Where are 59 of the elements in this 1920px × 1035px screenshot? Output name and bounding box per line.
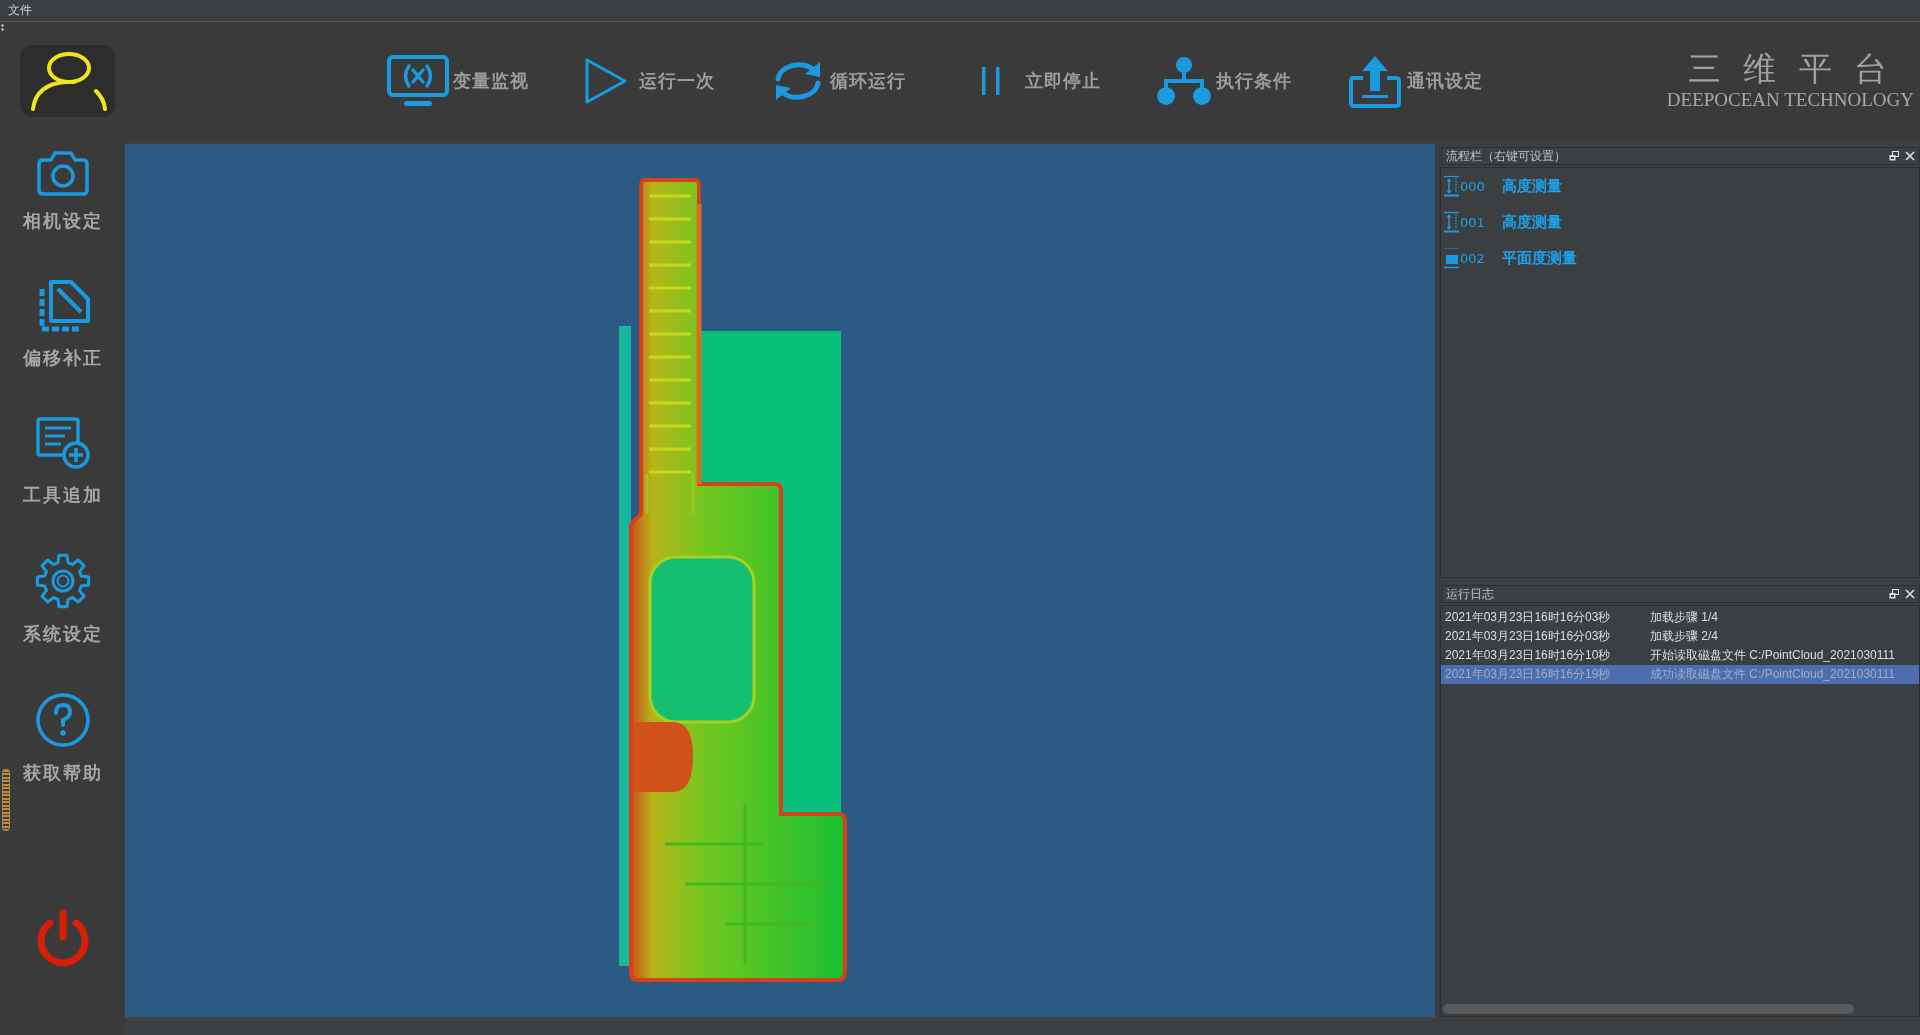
toolbar-button[interactable]: 执行条件 (1156, 56, 1292, 106)
log-message: 加载步骤 2/4 (1650, 628, 1718, 645)
help-icon (34, 692, 91, 748)
grip-handle[interactable] (2, 769, 10, 831)
close-icon (1905, 151, 1915, 161)
monitor-icon (387, 55, 449, 107)
toolbar-button[interactable]: 变量监视 (387, 55, 529, 107)
flat-block-icon (1443, 247, 1460, 269)
user-button[interactable] (20, 45, 115, 117)
log-row[interactable]: 2021年03月23日16时16分03秒 加载步骤 2/4 (1441, 627, 1919, 646)
hierarchy-icon (1156, 56, 1212, 106)
dock-title: 流程栏（右键可设置） (1446, 147, 1566, 165)
pause-icon (979, 65, 1003, 97)
logo-title: 三 维 平 台 (1687, 49, 1894, 89)
step-number[interactable]: 001 (1460, 214, 1485, 230)
step-number[interactable]: 002 (1460, 250, 1485, 266)
float-button[interactable] (1889, 151, 1899, 161)
log-time: 2021年03月23日16时16分03秒 (1445, 628, 1612, 645)
log-row[interactable]: 2021年03月23日16时16分03秒 加载步骤 1/4 (1441, 608, 1919, 627)
step-name[interactable]: 高度测量 (1501, 212, 1562, 232)
close-icon (1905, 589, 1915, 599)
toolbar-button[interactable]: 通讯设定 (1347, 54, 1483, 108)
log-message: 开始读取磁盘文件 C:/PointCloud_2021030111 (1650, 647, 1895, 664)
log-time: 2021年03月23日16时16分03秒 (1445, 609, 1612, 626)
dock-title: 运行日志 (1446, 585, 1494, 603)
sidebar-button[interactable]: 工具追加 (22, 416, 103, 506)
step-name[interactable]: 平面度测量 (1501, 248, 1577, 268)
height-gauge-icon (1443, 211, 1460, 233)
log-message: 成功读取磁盘文件 C:/PointCloud_2021030111 (1650, 666, 1895, 683)
3d-viewport[interactable] (125, 144, 1435, 1017)
toolbar-button[interactable]: 循环运行 (770, 60, 906, 102)
sidebar-button[interactable]: 相机设定 (22, 150, 103, 232)
settings-icon (34, 553, 91, 609)
play-icon (584, 57, 628, 105)
restore-icon (1889, 589, 1899, 599)
logo-subtitle: DEEPOCEAN TECHNOLOGY (1666, 89, 1914, 111)
grip-dots-icon[interactable] (1, 24, 4, 31)
toolbar-button[interactable]: 运行一次 (584, 57, 715, 105)
log-message: 加载步骤 1/4 (1650, 609, 1718, 626)
upload-icon (1347, 54, 1403, 108)
list-add-icon (34, 416, 91, 470)
close-button[interactable] (1905, 151, 1915, 161)
close-button[interactable] (1905, 589, 1915, 599)
step-number[interactable]: 000 (1460, 178, 1485, 194)
camera-icon (34, 150, 91, 196)
sidebar-button[interactable]: 偏移补正 (22, 279, 103, 369)
restore-icon (1889, 151, 1899, 161)
float-button[interactable] (1889, 589, 1899, 599)
sidebar-button[interactable]: 系统设定 (22, 553, 103, 645)
scrollbar-thumb[interactable] (1443, 1004, 1854, 1014)
log-time: 2021年03月23日16时16分19秒 (1445, 666, 1612, 683)
menu-item[interactable]: 文件 (8, 2, 32, 19)
step-name[interactable]: 高度测量 (1501, 176, 1562, 196)
sidebar-button[interactable]: 获取帮助 (22, 692, 103, 784)
toolbar-button[interactable]: 立即停止 (961, 65, 1101, 97)
log-time: 2021年03月23日16时16分10秒 (1445, 647, 1612, 664)
log-row[interactable]: 2021年03月23日16时16分10秒 开始读取磁盘文件 C:/PointCloud_2021030111 (1441, 646, 1919, 665)
log-row[interactable]: 2021年03月23日16时16分19秒 成功读取磁盘文件 C:/PointCloud_2021030111 (1441, 665, 1919, 684)
height-gauge-icon (1443, 175, 1460, 197)
